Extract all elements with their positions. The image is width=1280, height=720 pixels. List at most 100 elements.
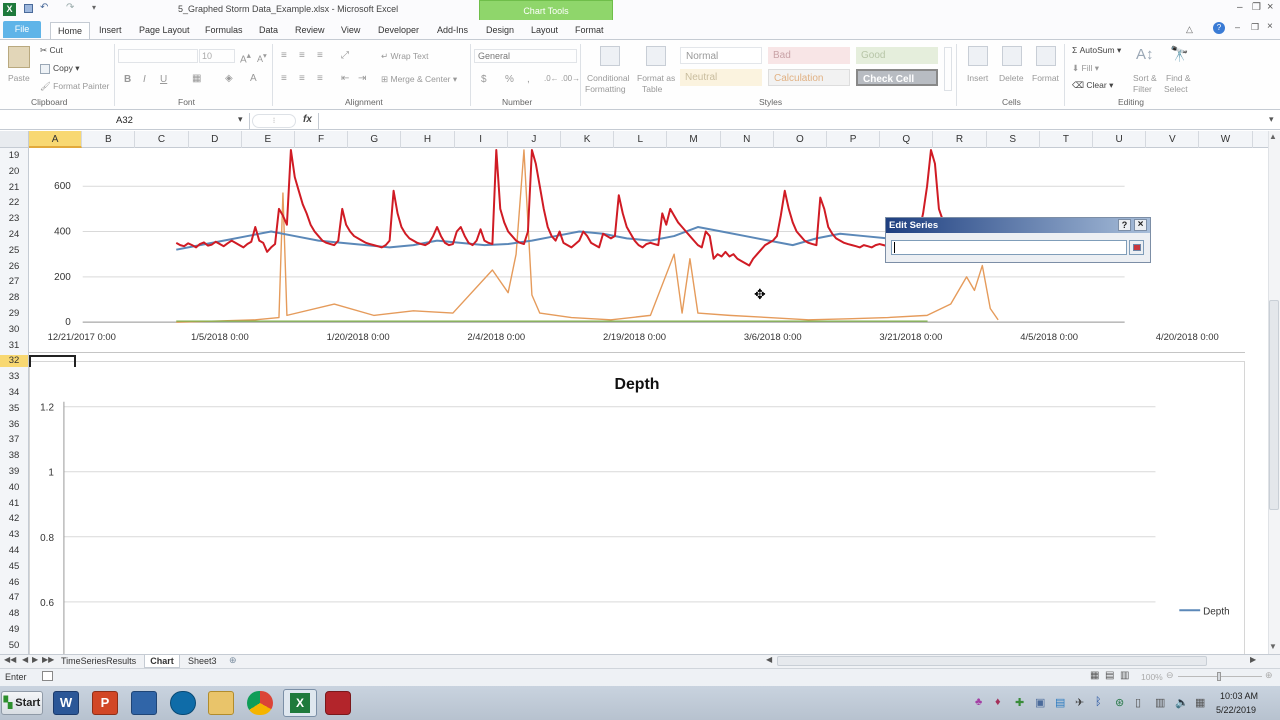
clear-button[interactable]: ⌫ Clear ▾ — [1072, 80, 1113, 91]
column-header-Q[interactable]: Q — [880, 131, 934, 148]
column-header-N[interactable]: N — [721, 131, 774, 148]
word-icon[interactable]: W — [53, 691, 79, 715]
decrease-decimal-icon[interactable]: .00→ — [561, 74, 580, 83]
collapse-dialog-button[interactable] — [1129, 240, 1144, 255]
conditional-formatting-line2[interactable]: Formatting — [585, 84, 626, 94]
undo-icon[interactable]: ↶ — [40, 2, 48, 13]
column-header-U[interactable]: U — [1093, 131, 1147, 148]
font-size-dropdown[interactable]: 10 — [199, 49, 235, 63]
row-header-32[interactable]: 32 — [0, 355, 28, 368]
style-neutral[interactable]: Neutral — [680, 69, 762, 86]
row-header-36[interactable]: 36 — [0, 419, 28, 431]
insert-function-button[interactable]: fx — [303, 114, 312, 125]
shrink-font-icon[interactable]: A▾ — [257, 51, 267, 64]
decrease-indent-icon[interactable]: ⇤ — [341, 73, 349, 84]
column-header-A[interactable]: A — [29, 131, 83, 148]
last-sheet-icon[interactable]: ▶▶ — [42, 655, 54, 664]
zoom-out-icon[interactable]: ⊖ — [1166, 670, 1174, 681]
orientation-icon[interactable]: ⤢ — [341, 50, 349, 61]
column-header-K[interactable]: K — [561, 131, 615, 148]
format-cells-icon[interactable] — [1036, 46, 1056, 66]
row-header-25[interactable]: 25 — [0, 245, 28, 257]
bold-button[interactable]: B — [124, 74, 131, 85]
first-sheet-icon[interactable]: ◀◀ — [4, 655, 16, 664]
sort-filter-line2[interactable]: Filter — [1133, 84, 1152, 94]
restore-window-icon[interactable]: ❐ — [1252, 2, 1261, 13]
scroll-right-icon[interactable]: ▶ — [1250, 655, 1256, 664]
column-header-W[interactable]: W — [1199, 131, 1253, 148]
restore-workbook-icon[interactable]: ❐ — [1251, 22, 1259, 33]
tray-icon-8[interactable]: ⊛ — [1115, 696, 1124, 709]
style-normal[interactable]: Normal — [680, 47, 762, 64]
autosum-button[interactable]: Σ AutoSum ▾ — [1072, 45, 1121, 56]
formula-input[interactable] — [318, 113, 1266, 129]
row-header-47[interactable]: 47 — [0, 592, 28, 604]
style-calculation[interactable]: Calculation — [768, 69, 850, 86]
style-check-cell[interactable]: Check Cell — [856, 69, 938, 86]
dialog-close-button[interactable]: × — [1134, 219, 1147, 231]
macro-recording-icon[interactable] — [42, 671, 53, 681]
quick-access-dropdown-icon[interactable]: ▾ — [92, 3, 96, 12]
fill-color-icon[interactable]: ◈ — [225, 73, 233, 84]
font-color-icon[interactable]: A — [250, 73, 257, 84]
name-box[interactable]: A32 — [0, 113, 250, 129]
screen-recorder-icon[interactable] — [325, 691, 351, 715]
tray-icon-2[interactable]: ♦ — [995, 696, 1001, 708]
conditional-formatting-line1[interactable]: Conditional — [587, 73, 630, 83]
column-header-I[interactable]: I — [455, 131, 508, 148]
column-header-O[interactable]: O — [774, 131, 827, 148]
scroll-up-icon[interactable]: ▲ — [1269, 132, 1277, 141]
outlook-icon[interactable] — [131, 691, 157, 715]
insert-cells-icon[interactable] — [968, 46, 988, 66]
tab-review[interactable]: Review — [295, 22, 325, 39]
column-header-F[interactable]: F — [295, 131, 349, 148]
series-reference-input[interactable] — [891, 240, 1127, 255]
battery-icon[interactable]: ▯ — [1135, 696, 1141, 709]
minimize-workbook-icon[interactable]: – — [1235, 22, 1240, 32]
format-cells-button[interactable]: Format — [1032, 73, 1059, 83]
tab-home[interactable]: Home — [50, 22, 90, 39]
row-header-30[interactable]: 30 — [0, 324, 28, 336]
currency-button[interactable]: $ — [481, 74, 487, 85]
number-format-dropdown[interactable]: General — [474, 49, 577, 63]
format-as-table-icon[interactable] — [646, 46, 666, 66]
format-painter-button[interactable]: 🖌 Format Painter — [40, 81, 109, 92]
column-header-G[interactable]: G — [348, 131, 402, 148]
network-icon[interactable]: ▦ — [1195, 696, 1205, 709]
row-header-37[interactable]: 37 — [0, 434, 28, 446]
conditional-formatting-icon[interactable] — [600, 46, 620, 66]
sort-filter-icon[interactable]: A↕ — [1136, 46, 1154, 63]
tab-data[interactable]: Data — [259, 22, 278, 39]
paste-icon[interactable] — [8, 46, 30, 68]
tab-format[interactable]: Format — [575, 22, 604, 39]
tray-icon-4[interactable]: ▣ — [1035, 696, 1045, 709]
paste-button[interactable]: Paste — [8, 73, 30, 83]
save-icon[interactable] — [24, 4, 33, 13]
column-header-C[interactable]: C — [135, 131, 189, 148]
fill-button[interactable]: ⬇ Fill ▾ — [1072, 63, 1099, 74]
row-header-26[interactable]: 26 — [0, 261, 28, 273]
top-align-icon[interactable]: ≡ — [281, 50, 287, 61]
column-header-B[interactable]: B — [82, 131, 136, 148]
column-header-P[interactable]: P — [827, 131, 881, 148]
normal-view-icon[interactable]: ▦ — [1090, 670, 1099, 681]
insert-cells-button[interactable]: Insert — [967, 73, 988, 83]
column-header-L[interactable]: L — [614, 131, 668, 148]
chrome-icon[interactable] — [247, 691, 273, 715]
tab-page-layout[interactable]: Page Layout — [139, 22, 190, 39]
tray-icon-5[interactable]: ▤ — [1055, 696, 1065, 709]
styles-scroll[interactable] — [944, 47, 952, 91]
tray-icon-6[interactable]: ✈ — [1075, 696, 1084, 709]
bottom-align-icon[interactable]: ≡ — [317, 50, 323, 61]
tray-icon-1[interactable]: ♣ — [975, 696, 982, 708]
row-header-38[interactable]: 38 — [0, 450, 28, 462]
tab-formulas[interactable]: Formulas — [205, 22, 243, 39]
name-box-dropdown-icon[interactable]: ▾ — [238, 114, 243, 125]
row-header-49[interactable]: 49 — [0, 624, 28, 636]
scroll-down-icon[interactable]: ▼ — [1269, 642, 1277, 651]
excel-taskbar-icon[interactable]: X — [283, 689, 317, 717]
row-header-20[interactable]: 20 — [0, 166, 28, 178]
tab-file[interactable]: File — [3, 21, 41, 38]
file-explorer-icon[interactable] — [208, 691, 234, 715]
help-icon[interactable]: ? — [1213, 22, 1225, 34]
